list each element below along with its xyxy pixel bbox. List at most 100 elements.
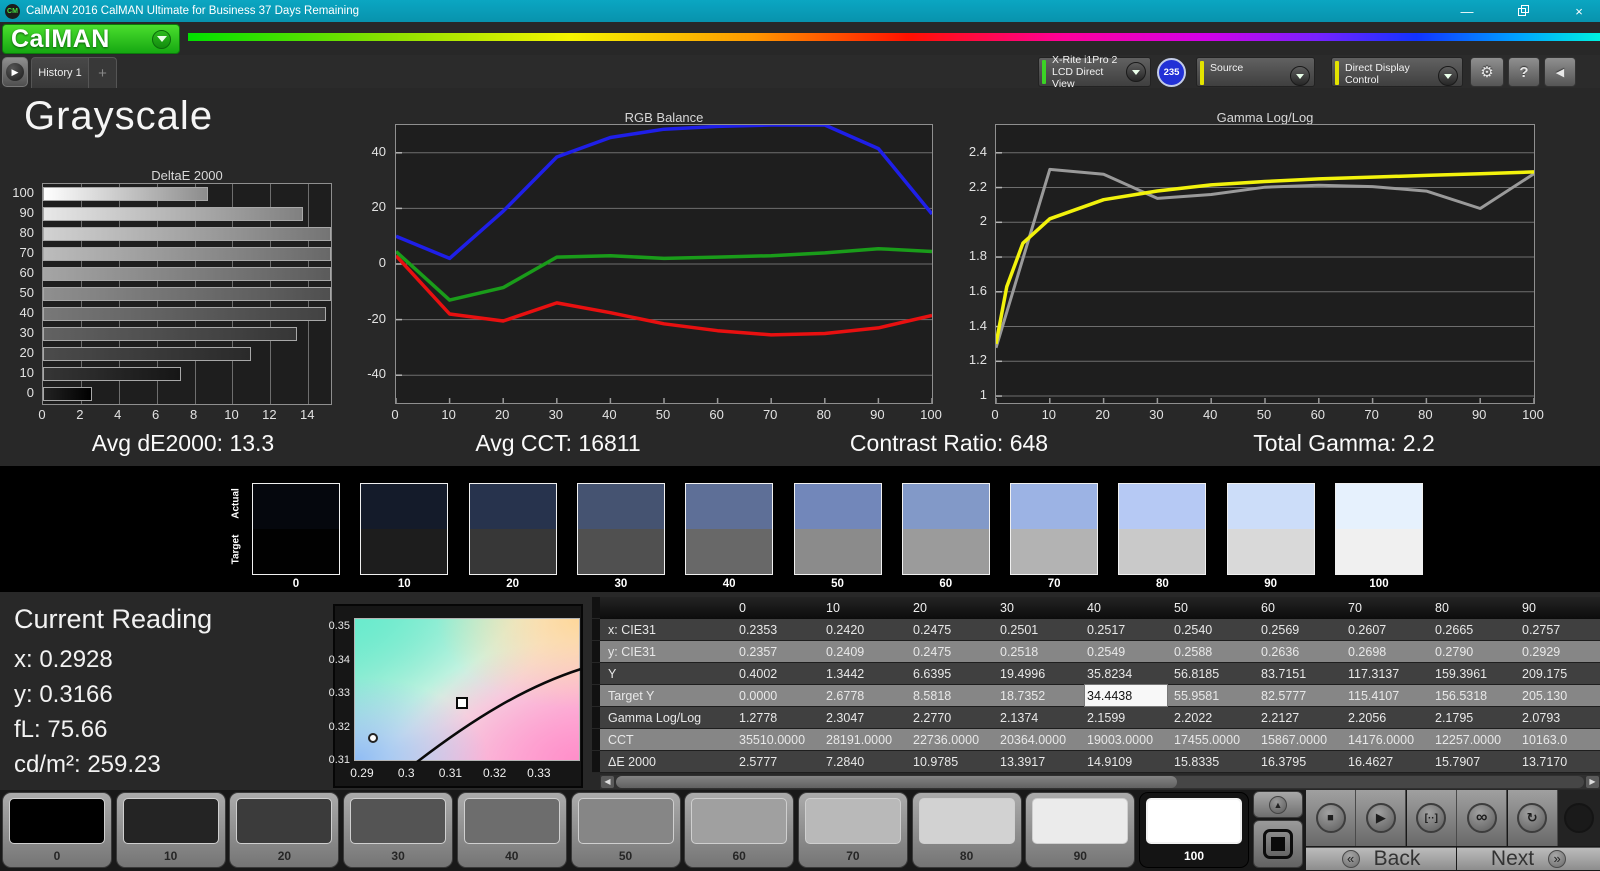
table-cell[interactable]: 2.2127 [1259, 707, 1346, 728]
play-button[interactable]: ▶ [1356, 790, 1407, 846]
table-cell[interactable]: 0.2409 [824, 641, 911, 662]
table-cell[interactable]: 0.2540 [1172, 619, 1259, 640]
scrollbar-track[interactable] [616, 776, 1584, 788]
calman-logo-button[interactable]: CalMAN [2, 24, 180, 54]
table-cell[interactable]: 16.3795 [1259, 751, 1346, 772]
table-cell[interactable]: 34.4438 [1084, 684, 1168, 707]
table-cell[interactable]: 2.0793 [1520, 707, 1600, 728]
table-cell[interactable]: 0.2517 [1085, 619, 1172, 640]
stop-button[interactable]: ■ [1306, 790, 1356, 846]
table-cell[interactable]: 0.2518 [998, 641, 1085, 662]
table-cell[interactable]: 14176.0000 [1346, 729, 1433, 750]
table-cell[interactable]: 55.9581 [1172, 685, 1259, 706]
table-cell[interactable]: 10.9785 [911, 751, 998, 772]
source-dropdown[interactable]: Source [1196, 57, 1315, 87]
table-cell[interactable]: 12257.0000 [1433, 729, 1520, 750]
patch-button-10[interactable]: 10 [115, 792, 226, 868]
tab-history-1[interactable]: History 1 [31, 57, 89, 88]
table-cell[interactable]: 0.2588 [1172, 641, 1259, 662]
table-cell[interactable]: 0.2636 [1259, 641, 1346, 662]
table-cell[interactable]: 7.2840 [824, 751, 911, 772]
patch-button-20[interactable]: 20 [229, 792, 340, 868]
table-cell[interactable]: 15867.0000 [1259, 729, 1346, 750]
table-cell[interactable]: 0.2929 [1520, 641, 1600, 662]
layout-expander-button[interactable]: ▶ [2, 57, 28, 87]
table-cell[interactable]: 0.2353 [737, 619, 824, 640]
table-cell[interactable]: 2.1599 [1085, 707, 1172, 728]
patch-button-90[interactable]: 90 [1025, 792, 1136, 868]
table-cell[interactable]: 209.175 [1520, 663, 1600, 684]
table-cell[interactable]: 0.2607 [1346, 619, 1433, 640]
patch-button-70[interactable]: 70 [797, 792, 908, 868]
table-cell[interactable]: 0.2501 [998, 619, 1085, 640]
table-cell[interactable]: 22736.0000 [911, 729, 998, 750]
table-cell[interactable]: 16.4627 [1346, 751, 1433, 772]
table-cell[interactable]: 15.7907 [1433, 751, 1520, 772]
table-cell[interactable]: 0.2665 [1433, 619, 1520, 640]
table-row-handle[interactable] [592, 685, 600, 707]
table-row-handle[interactable] [592, 663, 600, 685]
table-cell[interactable]: 35510.0000 [737, 729, 824, 750]
patch-button-60[interactable]: 60 [684, 792, 795, 868]
scroll-right-icon[interactable]: ▶ [1586, 776, 1599, 788]
table-row-handle[interactable] [592, 619, 600, 641]
table-cell[interactable]: 0.2757 [1520, 619, 1600, 640]
table-cell[interactable]: 0.2569 [1259, 619, 1346, 640]
table-cell[interactable]: 8.5818 [911, 685, 998, 706]
table-cell[interactable]: 0.2420 [824, 619, 911, 640]
table-cell[interactable]: 2.5777 [737, 751, 824, 772]
patch-size-up-button[interactable]: ▲ [1253, 791, 1303, 818]
table-cell[interactable]: 1.2778 [737, 707, 824, 728]
table-cell[interactable]: 2.1374 [998, 707, 1085, 728]
table-cell[interactable]: 14.9109 [1085, 751, 1172, 772]
scroll-left-icon[interactable]: ◀ [601, 776, 614, 788]
table-cell[interactable]: 13.3917 [998, 751, 1085, 772]
table-cell[interactable]: 2.2056 [1346, 707, 1433, 728]
back-button[interactable]: « Back [1306, 847, 1456, 870]
table-cell[interactable]: 17455.0000 [1172, 729, 1259, 750]
patch-button-40[interactable]: 40 [456, 792, 567, 868]
table-cell[interactable]: 56.8185 [1172, 663, 1259, 684]
table-cell[interactable]: 0.2475 [911, 619, 998, 640]
table-cell[interactable]: 0.2698 [1346, 641, 1433, 662]
table-cell[interactable]: 2.1795 [1433, 707, 1520, 728]
table-cell[interactable]: 28191.0000 [824, 729, 911, 750]
table-cell[interactable]: 0.4002 [737, 663, 824, 684]
table-cell[interactable]: 1.3442 [824, 663, 911, 684]
table-cell[interactable]: 18.7352 [998, 685, 1085, 706]
table-cell[interactable]: 156.5318 [1433, 685, 1520, 706]
table-cell[interactable]: 15.8335 [1172, 751, 1259, 772]
table-cell[interactable]: 0.2357 [737, 641, 824, 662]
loop-button[interactable]: ↻ [1507, 790, 1558, 846]
table-cell[interactable]: 82.5777 [1259, 685, 1346, 706]
series-button[interactable]: [··] [1406, 790, 1457, 846]
next-button[interactable]: Next » [1457, 847, 1600, 870]
meter-dropdown[interactable]: X-Rite i1Pro 2 LCD Direct View [1038, 54, 1151, 90]
table-cell[interactable]: 117.3137 [1346, 663, 1433, 684]
table-cell[interactable]: 115.4107 [1346, 685, 1433, 706]
table-cell[interactable]: 19.4996 [998, 663, 1085, 684]
minimize-button[interactable]: — [1454, 4, 1480, 19]
table-cell[interactable]: 2.2770 [911, 707, 998, 728]
close-button[interactable]: × [1566, 4, 1592, 19]
patch-button-50[interactable]: 50 [570, 792, 681, 868]
table-row-handle[interactable] [592, 597, 600, 619]
table-row-handle[interactable] [592, 707, 600, 729]
patch-window-size-button[interactable] [1253, 820, 1303, 868]
tab-add-button[interactable]: + [89, 57, 117, 88]
table-cell[interactable]: 19003.0000 [1085, 729, 1172, 750]
scrollbar-thumb[interactable] [616, 776, 1178, 788]
table-cell[interactable]: 0.2475 [911, 641, 998, 662]
settings-button[interactable]: ⚙ [1470, 57, 1504, 87]
table-row-handle[interactable] [592, 751, 600, 773]
patch-button-30[interactable]: 30 [343, 792, 454, 868]
table-row-handle[interactable] [592, 641, 600, 663]
collapse-panel-button[interactable]: ◀ [1544, 57, 1576, 87]
table-cell[interactable]: 0.2549 [1085, 641, 1172, 662]
table-cell[interactable]: 83.7151 [1259, 663, 1346, 684]
table-cell[interactable]: 35.8234 [1085, 663, 1172, 684]
table-cell[interactable]: 0.2790 [1433, 641, 1520, 662]
table-cell[interactable]: 0.0000 [737, 685, 824, 706]
help-button[interactable]: ? [1508, 57, 1540, 87]
patch-button-100[interactable]: 100 [1139, 792, 1249, 868]
